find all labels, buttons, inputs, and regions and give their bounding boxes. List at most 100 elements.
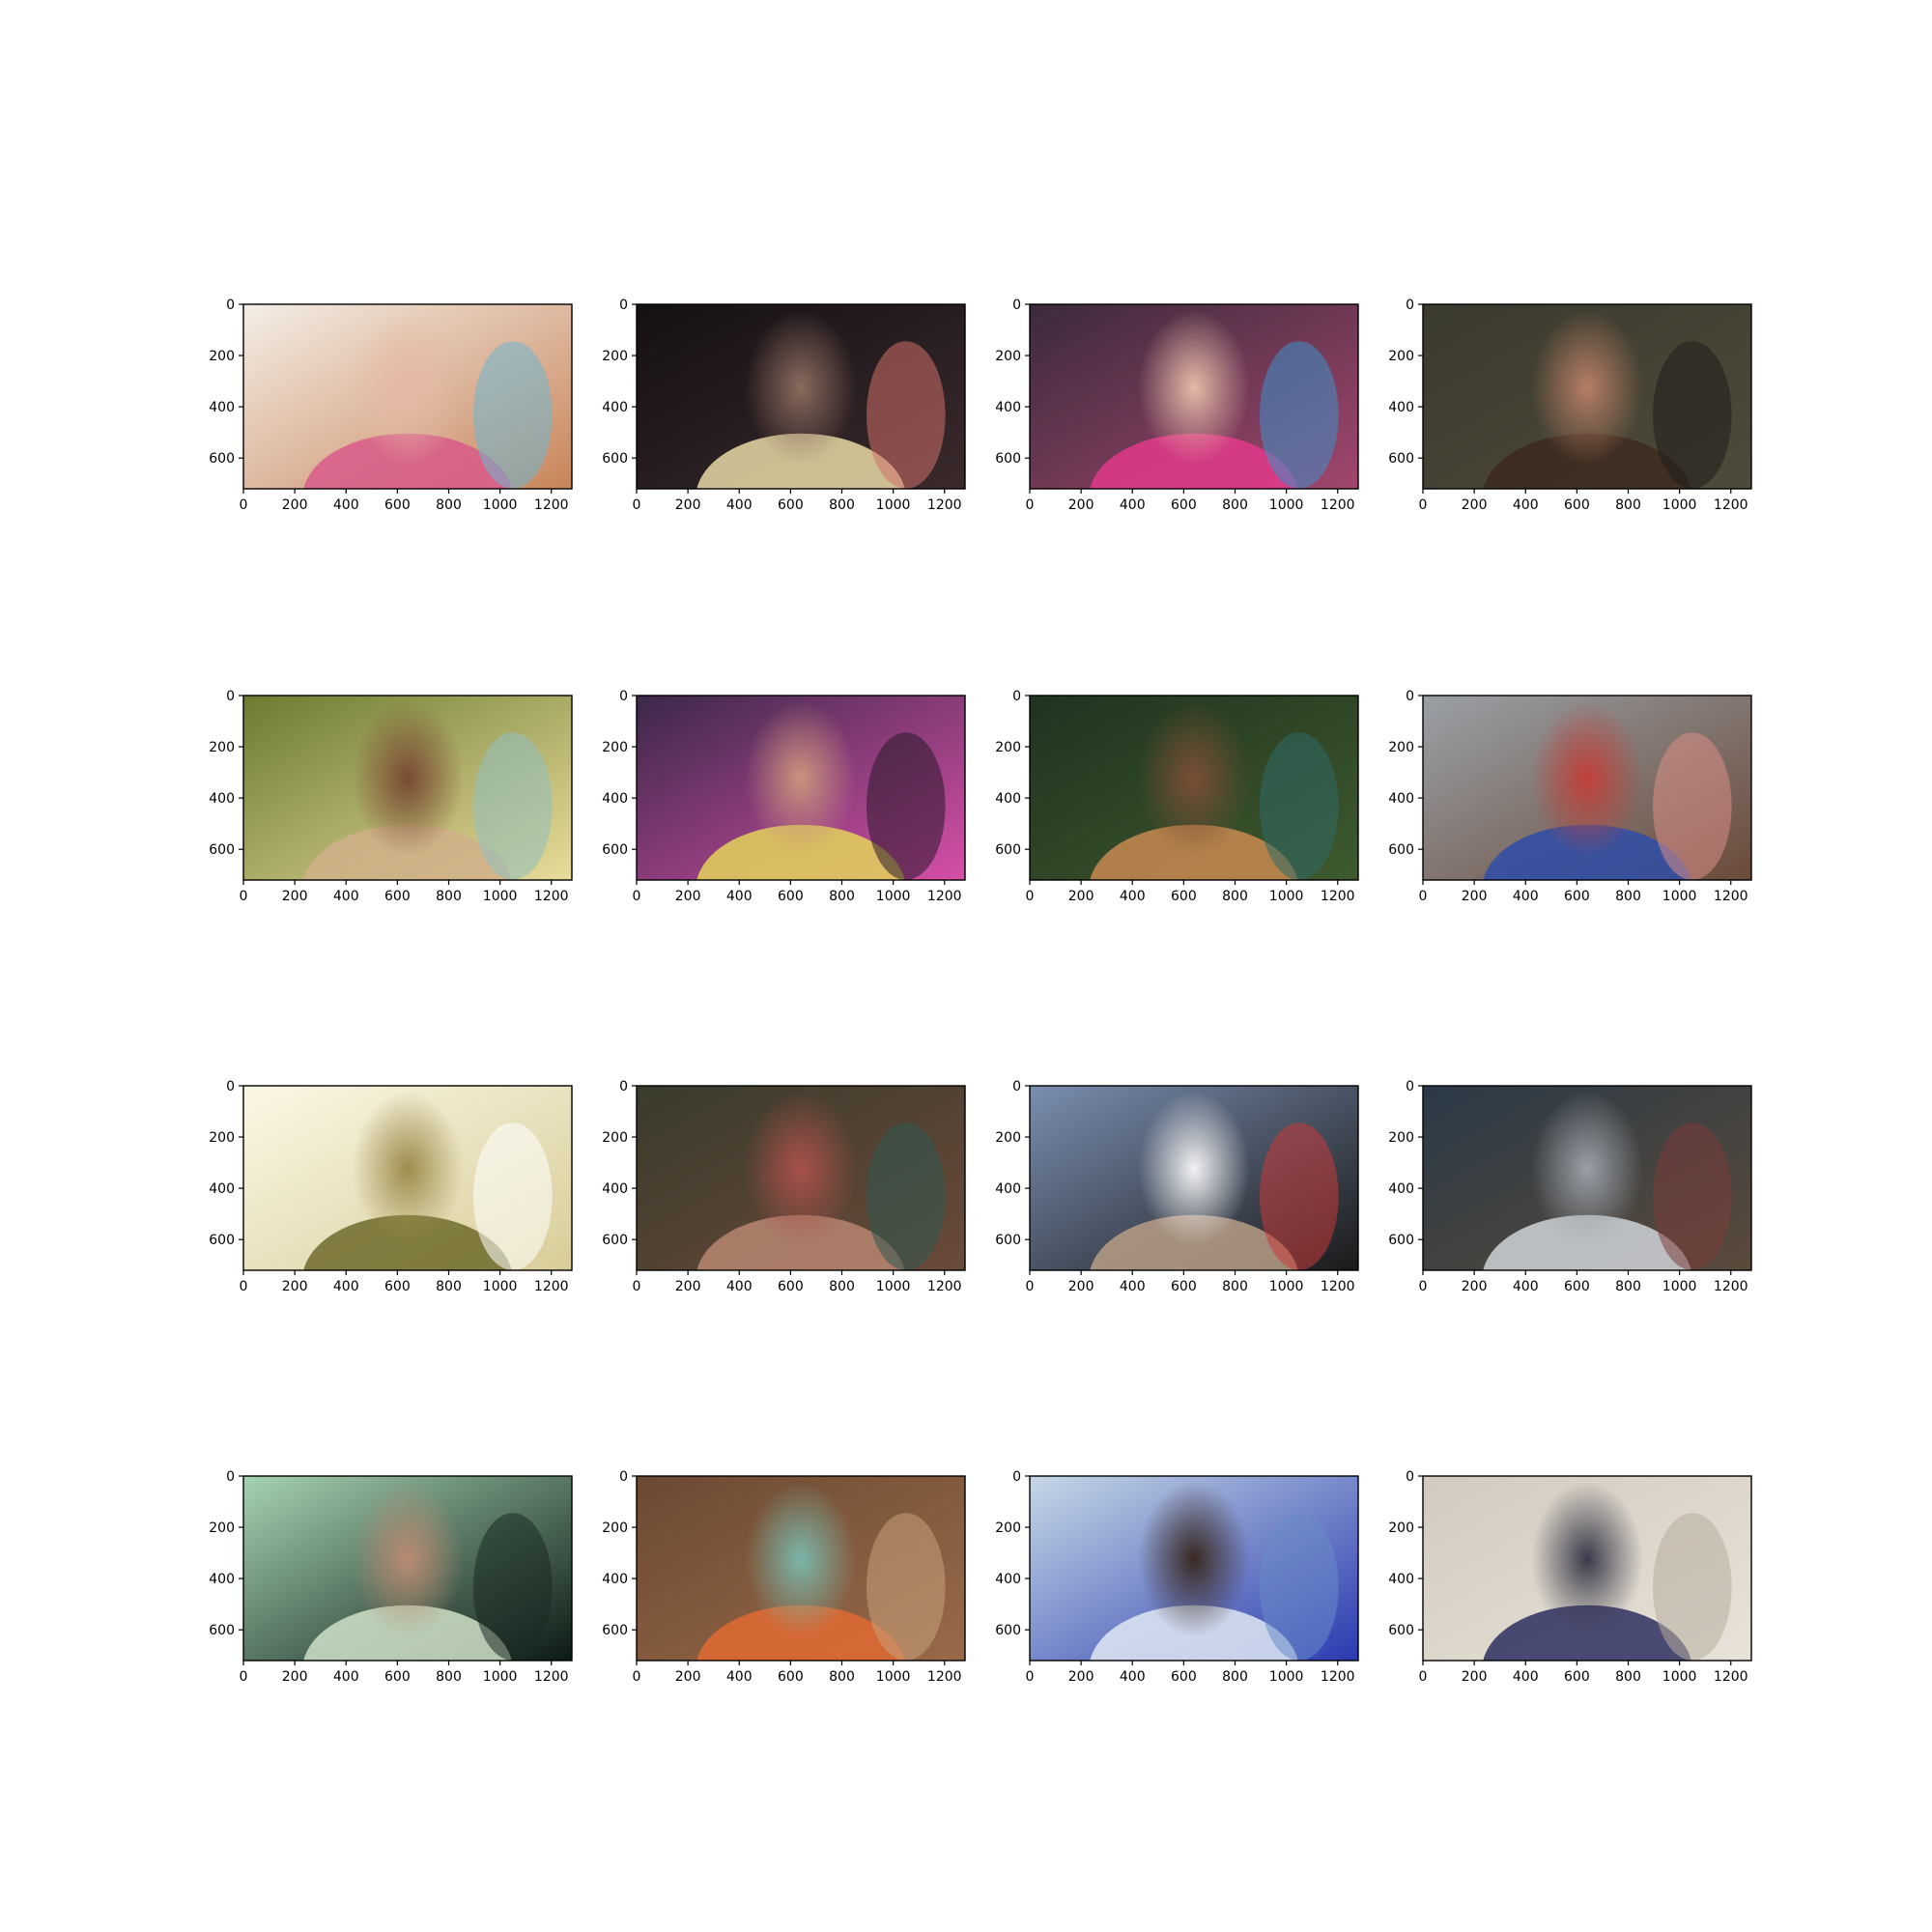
y-tick-label: 0: [619, 1469, 628, 1485]
x-tick-label: 800: [1222, 1279, 1248, 1294]
x-tick-label: 0: [633, 889, 641, 904]
y-tick-label: 600: [1388, 842, 1414, 858]
photo: [1030, 304, 1358, 489]
x-tick-label: 800: [1615, 497, 1641, 513]
x-tick-label: 200: [282, 889, 308, 904]
x-tick-label: 1000: [1662, 1279, 1697, 1294]
x-tick-label: 800: [436, 1279, 462, 1294]
y-tick-label: 400: [602, 1572, 628, 1587]
y-tick-label: 200: [1388, 1520, 1414, 1536]
x-tick-label: 0: [1419, 1279, 1428, 1294]
y-tick-label: 400: [209, 1572, 235, 1587]
x-tick-label: 400: [726, 889, 753, 904]
x-tick-label: 600: [1564, 889, 1590, 904]
y-tick-label: 200: [602, 1130, 628, 1146]
x-tick-label: 1000: [483, 497, 518, 513]
x-tick-label: 1200: [1714, 1669, 1748, 1685]
y-tick-label: 600: [1388, 1623, 1414, 1638]
photo: [1423, 304, 1751, 489]
image-panel: 0 200 400 600 800 1000 1200 0 200 400 600: [995, 1079, 1359, 1294]
x-tick-label: 0: [240, 1279, 248, 1294]
photo: [1030, 1086, 1358, 1270]
y-tick-label: 600: [602, 1623, 628, 1638]
image-panel: 0 200 400 600 800 1000 1200 0 200 400 600: [209, 298, 573, 513]
x-tick-label: 1000: [1662, 889, 1697, 904]
x-tick-label: 400: [1120, 1279, 1146, 1294]
photo: [1423, 696, 1751, 880]
x-tick-label: 200: [1462, 1279, 1488, 1294]
x-tick-label: 400: [333, 889, 359, 904]
image-panel: 0 200 400 600 800 1000 1200 0 200 400 600: [995, 298, 1359, 513]
x-tick-label: 800: [1615, 889, 1641, 904]
y-tick-label: 400: [602, 791, 628, 807]
x-tick-label: 1000: [483, 889, 518, 904]
y-tick-label: 0: [226, 689, 235, 704]
x-tick-label: 1000: [1662, 1669, 1697, 1685]
x-tick-label: 600: [778, 497, 804, 513]
x-tick-label: 400: [1513, 1279, 1539, 1294]
x-tick-label: 800: [436, 889, 462, 904]
x-tick-label: 200: [1462, 497, 1488, 513]
image-grid-figure: 0 200 400 600 800 1000 1200 0 200 400 600 0 200 400 60…: [209, 298, 1752, 1685]
photo: [637, 696, 965, 880]
x-tick-label: 200: [1462, 1669, 1488, 1685]
x-tick-label: 600: [384, 889, 411, 904]
y-tick-label: 600: [602, 1233, 628, 1248]
y-tick-label: 0: [1012, 1079, 1021, 1094]
photo: [243, 1476, 572, 1661]
x-tick-label: 1000: [876, 1669, 911, 1685]
x-tick-label: 1200: [1714, 889, 1748, 904]
y-tick-label: 200: [1388, 1130, 1414, 1146]
x-tick-label: 0: [1026, 1669, 1035, 1685]
x-tick-label: 0: [1026, 889, 1035, 904]
x-tick-label: 400: [1120, 889, 1146, 904]
x-tick-label: 800: [829, 889, 855, 904]
x-tick-label: 200: [282, 497, 308, 513]
x-tick-label: 0: [240, 889, 248, 904]
image-panel: 0 200 400 600 800 1000 1200 0 200 400 600: [995, 689, 1359, 904]
y-tick-label: 0: [1406, 298, 1414, 313]
y-tick-label: 600: [209, 842, 235, 858]
x-tick-label: 600: [1564, 497, 1590, 513]
image-panel: 0 200 400 600 800 1000 1200 0 200 400 600: [1388, 1079, 1752, 1294]
x-tick-label: 1000: [1269, 1669, 1304, 1685]
y-tick-label: 200: [209, 1130, 235, 1146]
x-tick-label: 0: [633, 1669, 641, 1685]
x-tick-label: 1200: [1714, 497, 1748, 513]
y-tick-label: 400: [209, 400, 235, 415]
y-tick-label: 0: [226, 1469, 235, 1485]
y-tick-label: 600: [995, 842, 1021, 858]
x-tick-label: 600: [1171, 1669, 1197, 1685]
photo: [243, 1086, 572, 1270]
x-tick-label: 1000: [1662, 497, 1697, 513]
x-tick-label: 1200: [1714, 1279, 1748, 1294]
x-tick-label: 1000: [1269, 1279, 1304, 1294]
x-tick-label: 200: [1462, 889, 1488, 904]
x-tick-label: 800: [436, 1669, 462, 1685]
y-tick-label: 0: [226, 298, 235, 313]
x-tick-label: 600: [778, 1669, 804, 1685]
x-tick-label: 200: [282, 1669, 308, 1685]
y-tick-label: 200: [209, 349, 235, 364]
x-tick-label: 400: [1120, 497, 1146, 513]
x-tick-label: 400: [726, 1669, 753, 1685]
y-tick-label: 0: [1406, 1469, 1414, 1485]
x-tick-label: 1200: [1321, 889, 1355, 904]
photo: [1030, 1476, 1358, 1661]
x-tick-label: 1200: [534, 1669, 569, 1685]
x-tick-label: 400: [726, 1279, 753, 1294]
x-tick-label: 1000: [876, 889, 911, 904]
x-tick-label: 1000: [483, 1669, 518, 1685]
y-tick-label: 600: [1388, 451, 1414, 467]
y-tick-label: 200: [995, 1520, 1021, 1536]
image-panel: 0 200 400 600 800 1000 1200 0 200 400 600: [602, 1079, 966, 1294]
x-tick-label: 200: [675, 889, 701, 904]
x-tick-label: 0: [633, 1279, 641, 1294]
x-tick-label: 400: [726, 497, 753, 513]
x-tick-label: 0: [1026, 1279, 1035, 1294]
y-tick-label: 0: [619, 689, 628, 704]
x-tick-label: 1200: [927, 1279, 962, 1294]
x-tick-label: 600: [778, 889, 804, 904]
x-tick-label: 0: [1419, 889, 1428, 904]
photo: [243, 696, 572, 880]
